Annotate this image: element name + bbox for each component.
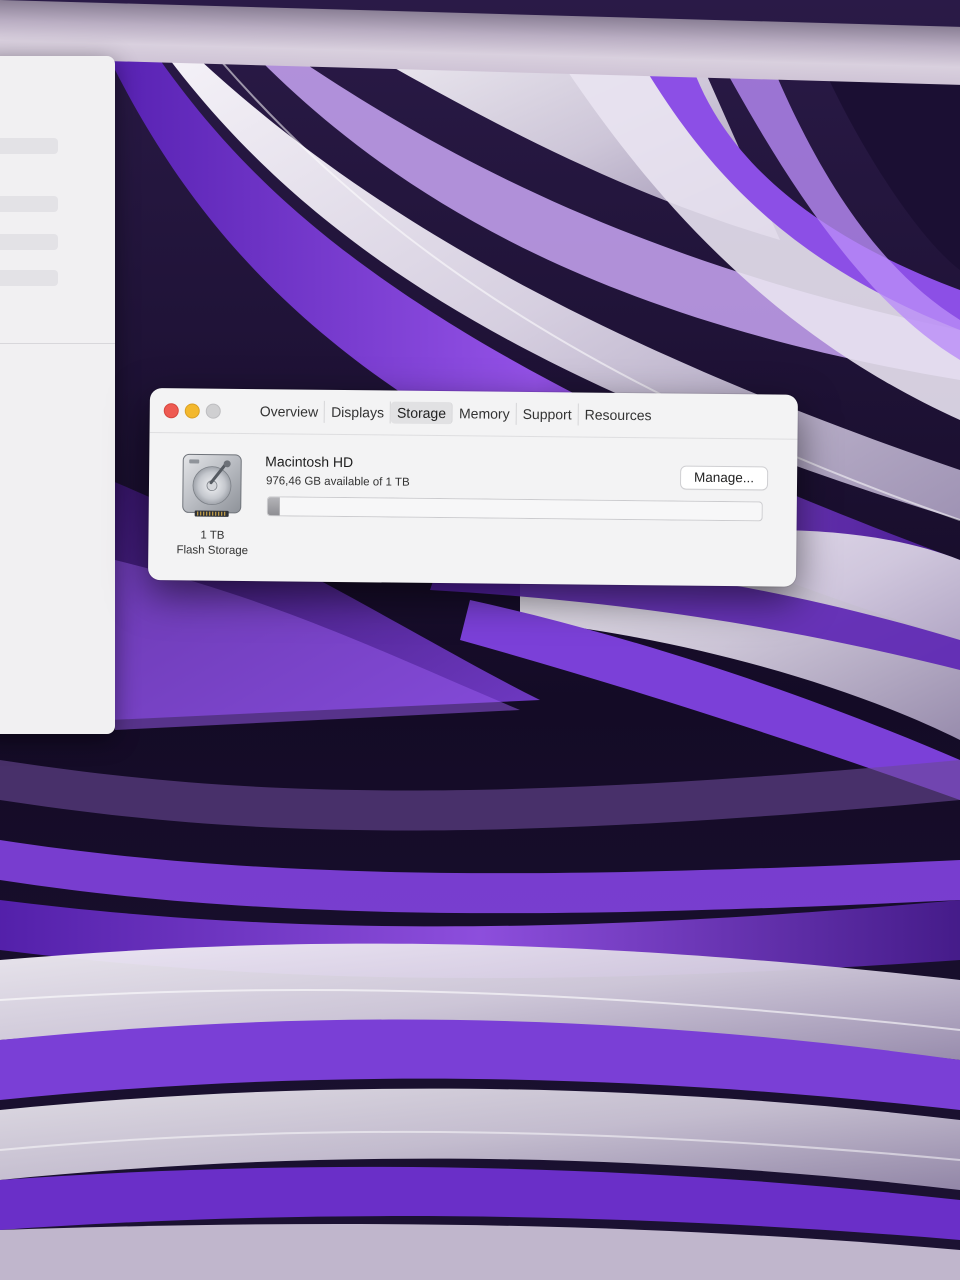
minimize-button[interactable]: [184, 403, 200, 419]
wallpaper: [0, 0, 960, 1280]
sidebar-divider: [0, 343, 115, 344]
tab-overview[interactable]: Overview: [253, 400, 326, 423]
hard-drive-icon: [182, 453, 242, 517]
background-window[interactable]: [0, 56, 115, 734]
disk-type-label: Flash Storage: [176, 544, 249, 558]
manage-button[interactable]: Manage...: [680, 466, 768, 490]
tab-resources[interactable]: Resources: [579, 403, 658, 426]
sidebar-placeholder-row: [0, 270, 58, 286]
about-this-mac-window: Overview Displays Storage Memory Support…: [147, 388, 798, 587]
close-button[interactable]: [163, 403, 179, 419]
disk-name: Macintosh HD: [265, 453, 354, 471]
desktop: Overview Displays Storage Memory Support…: [0, 0, 960, 1280]
tab-storage[interactable]: Storage: [390, 401, 454, 425]
tab-displays[interactable]: Displays: [325, 400, 392, 424]
sidebar-placeholder-row: [0, 196, 58, 212]
storage-usage-bar: [266, 496, 763, 522]
zoom-button[interactable]: [205, 403, 221, 419]
storage-usage-fill: [267, 497, 280, 516]
sidebar-placeholder-row: [0, 234, 58, 250]
disk-caption: 1 TB Flash Storage: [160, 528, 264, 559]
disk-capacity-label: 1 TB: [200, 529, 225, 542]
sidebar-placeholder-row: [0, 138, 58, 154]
disk-available-text: 976,46 GB available of 1 TB: [265, 475, 410, 489]
window-titlebar: Overview Displays Storage Memory Support…: [149, 388, 798, 440]
tab-support[interactable]: Support: [516, 402, 579, 426]
tab-bar: Overview Displays Storage Memory Support…: [253, 400, 658, 426]
tab-memory[interactable]: Memory: [452, 402, 517, 425]
